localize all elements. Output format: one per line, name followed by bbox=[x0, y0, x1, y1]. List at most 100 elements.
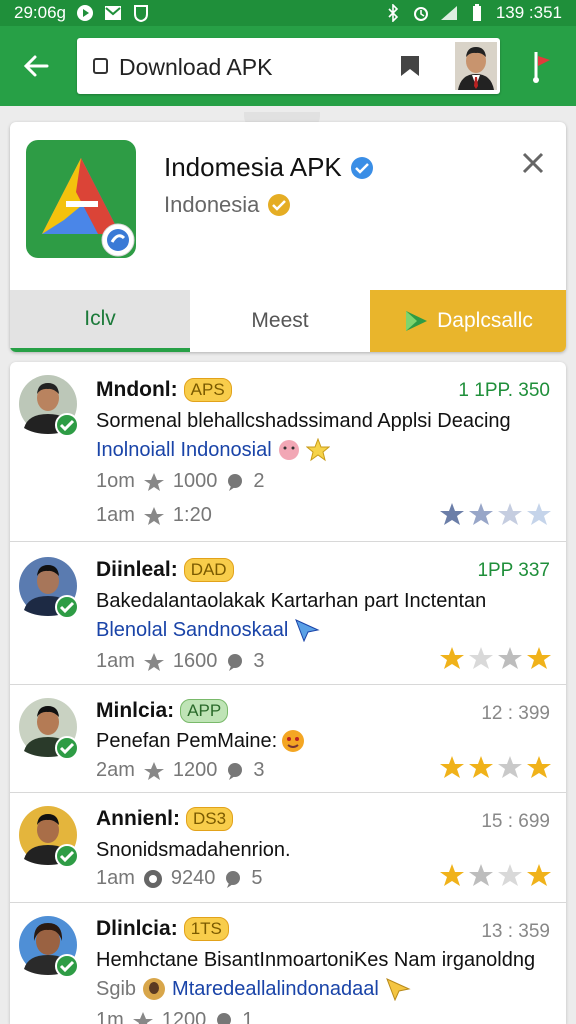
star-icon bbox=[527, 756, 551, 778]
close-icon[interactable] bbox=[520, 150, 546, 176]
star-rating bbox=[439, 863, 552, 887]
profile-avatar[interactable] bbox=[455, 42, 497, 90]
review-tag[interactable]: Inolnoiall Indonosial bbox=[96, 438, 330, 462]
shield-icon bbox=[132, 4, 150, 22]
bookmark-icon[interactable] bbox=[399, 54, 421, 78]
review-meta: 1om 1000 2 bbox=[96, 470, 265, 492]
status-time: 29:06g bbox=[14, 3, 66, 22]
reviewer-name: Mndonl: APS bbox=[96, 378, 232, 402]
star-icon bbox=[469, 756, 493, 778]
app-badge: DAD bbox=[183, 558, 234, 582]
app-logo-icon bbox=[26, 140, 136, 258]
list-item[interactable]: Dlinlcia: 1TS 13 : 359 Hemhctane BisantI… bbox=[10, 903, 566, 1024]
list-item[interactable]: Diinleal: DAD 1PP 337 Bakedalantaolakak … bbox=[10, 542, 566, 685]
status-clock: 139 :351 bbox=[495, 3, 562, 22]
app-title: Indomesia APK bbox=[164, 152, 374, 183]
star-small-icon bbox=[132, 1011, 153, 1024]
star-icon bbox=[440, 756, 464, 778]
review-meta: 1m 1200 1 bbox=[96, 1009, 253, 1024]
app-tabs: Iclv Meest Daplcsallc bbox=[10, 290, 566, 352]
review-message: Hemhctane BisantInmoartoniKes Nam irgano… bbox=[96, 949, 536, 971]
cursor-icon bbox=[295, 619, 320, 642]
star-icon bbox=[469, 864, 493, 886]
review-message: Penefan PemMaine: bbox=[96, 729, 305, 753]
comment-icon bbox=[226, 870, 241, 888]
signal-icon bbox=[440, 4, 458, 22]
app-badge: APS bbox=[183, 378, 232, 402]
reviewer-name: Dlinlcia: 1TS bbox=[96, 917, 229, 941]
review-meta: 2am 1200 3 bbox=[96, 759, 265, 781]
review-message: Bakedalantaolakak Kartarhan part Inctent… bbox=[96, 590, 487, 612]
review-amount: 13 : 359 bbox=[481, 921, 550, 942]
star-icon bbox=[440, 647, 464, 669]
mini-avatar-icon bbox=[143, 978, 166, 1000]
avatar bbox=[19, 916, 79, 978]
app-badge: 1TS bbox=[183, 917, 229, 941]
list-item[interactable]: Minlcia: APP 12 : 399 Penefan PemMaine: … bbox=[10, 685, 566, 793]
play-store-icon bbox=[406, 311, 428, 331]
review-amount: 1PP 337 bbox=[477, 560, 550, 581]
app-badge: APP bbox=[180, 699, 229, 723]
review-tag[interactable]: Sgib Mtaredeallalindonadaal bbox=[96, 977, 411, 1001]
review-meta-2: 1am 1:20 bbox=[96, 504, 212, 526]
avatar bbox=[19, 557, 79, 619]
comment-icon bbox=[228, 473, 243, 491]
star-icon bbox=[440, 864, 464, 886]
star-rating bbox=[439, 502, 552, 526]
star-icon bbox=[498, 756, 522, 778]
comment-icon bbox=[228, 653, 243, 671]
reviewer-name: Annienl: DS3 bbox=[96, 807, 234, 831]
gold-check-icon bbox=[268, 194, 291, 216]
star-small-icon bbox=[143, 472, 164, 491]
arrow-back-icon bbox=[23, 55, 49, 77]
alarm-icon bbox=[412, 4, 430, 22]
reviewer-name: Diinleal: DAD bbox=[96, 558, 234, 582]
star-rating bbox=[439, 646, 552, 670]
app-bar: Download APK bbox=[0, 26, 576, 106]
app-badge: DS3 bbox=[186, 807, 234, 831]
star-rating bbox=[439, 755, 552, 779]
bluetooth-icon bbox=[384, 4, 402, 22]
star-icon bbox=[527, 503, 551, 525]
app-card: Indomesia APK Indonesia Iclv Meest Daplc… bbox=[10, 122, 566, 352]
star-icon bbox=[469, 503, 493, 525]
review-message: Snonidsmadahenrion. bbox=[96, 839, 291, 861]
search-bar[interactable]: Download APK bbox=[77, 38, 500, 94]
star-emoji-icon bbox=[305, 438, 330, 462]
review-meta: 1am 9240 5 bbox=[96, 867, 263, 889]
emoji-icon bbox=[282, 730, 305, 752]
status-bar: 29:06g 139 :351 bbox=[0, 0, 576, 26]
star-icon bbox=[440, 503, 464, 525]
review-amount: 12 : 399 bbox=[481, 703, 550, 724]
comment-icon bbox=[217, 1012, 232, 1024]
list-item[interactable]: Annienl: DS3 15 : 699 Snonidsmadahenrion… bbox=[10, 793, 566, 903]
star-icon bbox=[527, 864, 551, 886]
comment-icon bbox=[228, 762, 243, 780]
back-button[interactable] bbox=[16, 48, 56, 84]
list-item[interactable]: Mndonl: APS 1 1PP. 350 Sormenal blehallc… bbox=[10, 362, 566, 542]
review-meta: 1am 1600 3 bbox=[96, 650, 265, 672]
star-small-icon bbox=[143, 652, 164, 671]
star-icon bbox=[498, 647, 522, 669]
flag-icon[interactable] bbox=[530, 48, 556, 84]
mail-icon bbox=[104, 4, 122, 22]
review-amount: 15 : 699 bbox=[481, 811, 550, 832]
search-query[interactable]: Download APK bbox=[119, 54, 272, 81]
checkbox-icon[interactable] bbox=[93, 58, 108, 74]
star-icon bbox=[498, 864, 522, 886]
star-icon bbox=[527, 647, 551, 669]
star-small-icon bbox=[143, 761, 164, 780]
cursor-icon bbox=[385, 978, 411, 1001]
tab-info[interactable]: Iclv bbox=[10, 290, 190, 352]
emoji-icon bbox=[278, 440, 299, 460]
star-small-icon bbox=[143, 506, 164, 525]
review-message: Sormenal blehallcshadssimand Applsi Deac… bbox=[96, 410, 511, 432]
avatar bbox=[19, 806, 79, 868]
battery-icon bbox=[468, 4, 486, 22]
reviewer-name: Minlcia: APP bbox=[96, 699, 229, 723]
review-tag[interactable]: Blenolal Sandnoskaal bbox=[96, 618, 320, 642]
star-icon bbox=[498, 503, 522, 525]
download-tab[interactable]: Daplcsallc bbox=[370, 290, 566, 352]
tab-meest[interactable]: Meest bbox=[190, 290, 370, 352]
star-icon bbox=[469, 647, 493, 669]
